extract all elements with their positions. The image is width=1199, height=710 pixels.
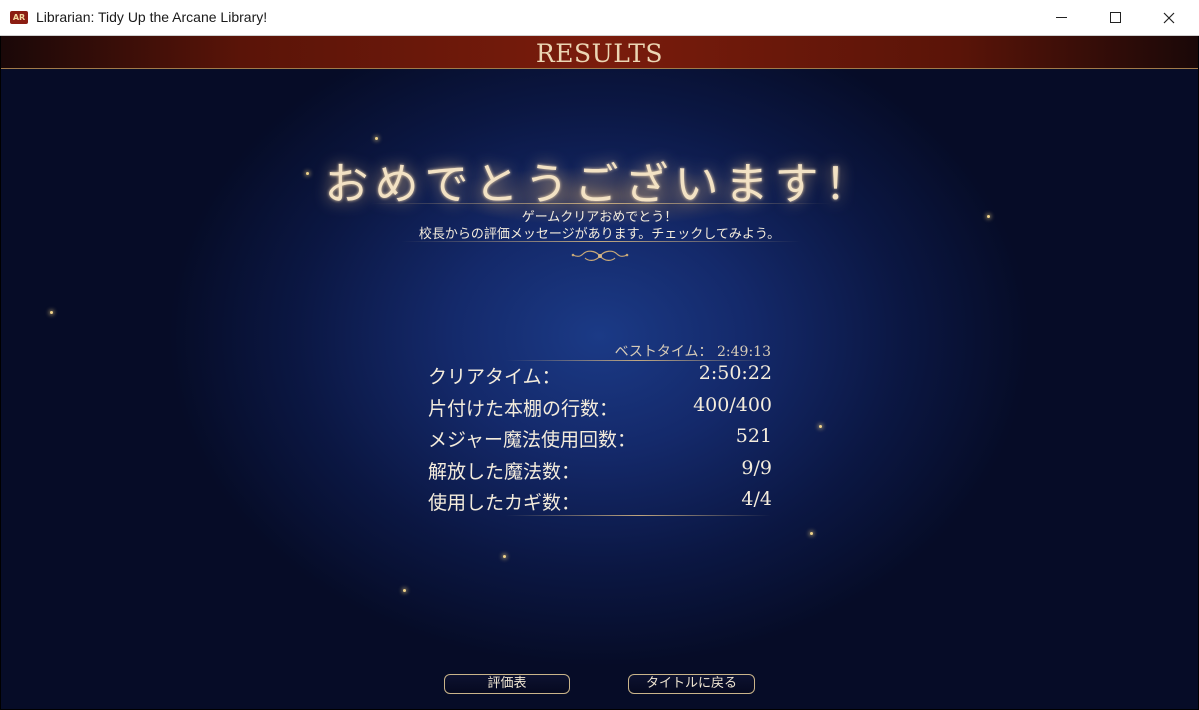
close-icon [1163, 12, 1175, 23]
ornament-icon [571, 250, 629, 261]
stats-list: クリアタイム： 2:50:22 片付けた本棚の行数： 400/400 メジャー魔… [428, 362, 772, 520]
stat-value: 521 [735, 425, 772, 447]
sparkle [819, 425, 822, 428]
sparkle [503, 555, 506, 558]
stat-row-spells-unlocked: 解放した魔法数： 9/9 [428, 457, 772, 489]
sparkle [50, 311, 53, 314]
minimize-icon [1055, 17, 1067, 18]
sparkle [810, 532, 813, 535]
evaluation-message: 校長からの評価メッセージがあります。チェックしてみよう。 [418, 227, 781, 242]
stat-row-major-magic: メジャー魔法使用回数： 521 [428, 425, 772, 457]
evaluation-button[interactable]: 評価表 [444, 674, 570, 694]
screen-title: RESULTS [535, 39, 664, 68]
results-screen: RESULTS おめでとうございます！ ゲームクリアおめでとう！ 校長からの評価… [1, 36, 1198, 709]
minimize-button[interactable] [1034, 0, 1088, 35]
message-divider [401, 241, 801, 242]
sparkle [375, 137, 378, 140]
sparkle [403, 589, 406, 592]
stat-label: 使用したカギ数： [428, 492, 581, 514]
maximize-button[interactable] [1088, 0, 1142, 35]
stat-row-shelves-tidied: 片付けた本棚の行数： 400/400 [428, 394, 772, 426]
stat-row-clear-time: クリアタイム： 2:50:22 [428, 362, 772, 394]
stat-label: クリアタイム： [428, 366, 561, 388]
stat-label: 片付けた本棚の行数： [428, 397, 619, 420]
stat-value: 4/4 [741, 488, 772, 510]
close-button[interactable] [1142, 0, 1196, 35]
maximize-icon [1109, 12, 1121, 23]
best-time-value: 2:49:13 [717, 344, 771, 360]
stat-label: メジャー魔法使用回数： [428, 429, 637, 451]
window-titlebar: AR Librarian: Tidy Up the Arcane Library… [0, 0, 1199, 36]
stat-value: 2:50:22 [698, 362, 772, 384]
app-icon: AR [10, 11, 28, 24]
stat-label: 解放した魔法数： [428, 460, 581, 483]
best-time-label: ベストタイム： [614, 344, 713, 360]
header-band: RESULTS [1, 36, 1198, 69]
title-divider [371, 203, 831, 204]
stats-divider [506, 515, 771, 516]
window-title: Librarian: Tidy Up the Arcane Library! [36, 9, 268, 25]
best-time: ベストタイム： 2:49:13 [561, 341, 771, 361]
stat-value: 9/9 [741, 456, 772, 479]
back-to-title-button[interactable]: タイトルに戻る [628, 674, 755, 694]
stat-value: 400/400 [693, 393, 772, 416]
best-time-divider [506, 360, 771, 361]
